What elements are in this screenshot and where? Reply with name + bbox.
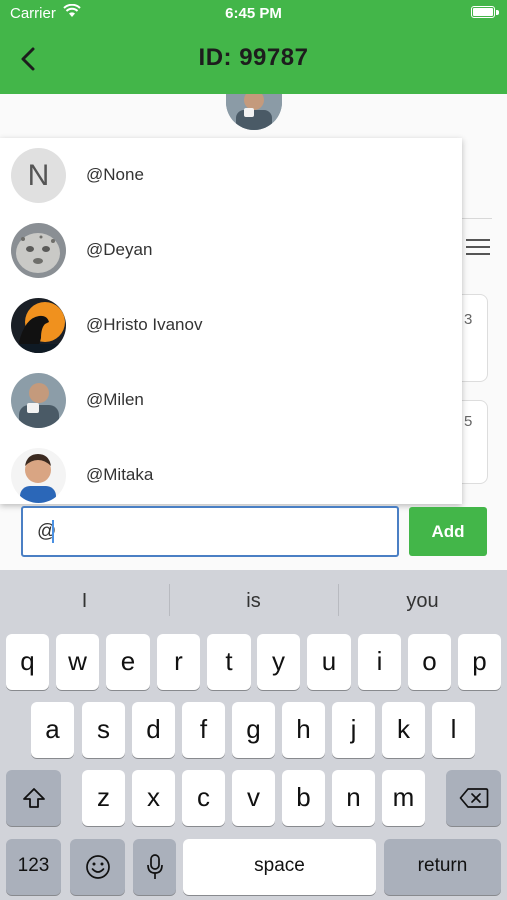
numbers-key[interactable]: 123 <box>6 839 61 895</box>
key-u[interactable]: u <box>307 634 351 690</box>
comment-card: 5 <box>462 400 488 484</box>
mention-handle: @Hristo Ivanov <box>86 315 203 334</box>
mention-item-none[interactable]: N @None <box>0 138 462 213</box>
key-y[interactable]: y <box>257 634 300 690</box>
mention-suggestions-list: N @None @Deyan @Hristo Ivanov @Milen @Mi… <box>0 138 462 504</box>
mention-handle: @Mitaka <box>86 465 154 484</box>
key-x[interactable]: x <box>132 770 175 826</box>
key-b[interactable]: b <box>282 770 325 826</box>
battery-icon <box>471 6 495 18</box>
key-v[interactable]: v <box>232 770 275 826</box>
key-d[interactable]: d <box>132 702 175 758</box>
mention-item-mitaka[interactable]: @Mitaka <box>0 438 462 504</box>
key-t[interactable]: t <box>207 634 251 690</box>
status-bar: Carrier 6:45 PM <box>0 0 507 28</box>
avatar <box>11 223 66 278</box>
key-f[interactable]: f <box>182 702 225 758</box>
comment-input[interactable] <box>21 506 399 557</box>
key-q[interactable]: q <box>6 634 49 690</box>
avatar <box>11 373 66 428</box>
key-m[interactable]: m <box>382 770 425 826</box>
shift-key[interactable] <box>6 770 61 826</box>
comment-card: 3 <box>462 294 488 382</box>
card-peek-text: 3 <box>464 311 473 328</box>
page-title: ID: 99787 <box>198 44 309 71</box>
suggestion-1[interactable]: I <box>0 578 169 624</box>
suggestion-2[interactable]: is <box>169 578 338 624</box>
key-p[interactable]: p <box>458 634 501 690</box>
mention-handle: @None <box>86 165 144 184</box>
comment-text-field[interactable] <box>23 508 397 555</box>
backspace-icon <box>459 788 488 808</box>
emoji-icon <box>85 855 110 879</box>
key-a[interactable]: a <box>31 702 74 758</box>
space-key[interactable]: space <box>183 839 376 895</box>
mention-item-deyan[interactable]: @Deyan <box>0 213 462 288</box>
key-o[interactable]: o <box>408 634 451 690</box>
key-l[interactable]: l <box>432 702 475 758</box>
status-time: 6:45 PM <box>225 5 282 22</box>
microphone-icon <box>146 854 163 879</box>
key-r[interactable]: r <box>157 634 200 690</box>
mention-handle: @Deyan <box>86 240 153 259</box>
return-key[interactable]: return <box>384 839 501 895</box>
key-k[interactable]: k <box>382 702 425 758</box>
key-e[interactable]: e <box>106 634 150 690</box>
suggestion-3[interactable]: you <box>338 578 507 624</box>
add-button[interactable]: Add <box>409 507 487 556</box>
mention-handle: @Milen <box>86 390 144 409</box>
key-w[interactable]: w <box>56 634 99 690</box>
card-peek-text: 5 <box>464 413 473 430</box>
key-j[interactable]: j <box>332 702 375 758</box>
avatar <box>11 448 66 503</box>
emoji-key[interactable] <box>70 839 125 895</box>
key-h[interactable]: h <box>282 702 325 758</box>
avatar <box>11 298 66 353</box>
microphone-key[interactable] <box>133 839 176 895</box>
mention-item-milen[interactable]: @Milen <box>0 363 462 438</box>
avatar-placeholder: N <box>11 148 66 203</box>
key-n[interactable]: n <box>332 770 375 826</box>
divider <box>462 218 492 219</box>
key-g[interactable]: g <box>232 702 275 758</box>
key-s[interactable]: s <box>82 702 125 758</box>
key-z[interactable]: z <box>82 770 125 826</box>
mention-item-hristo-ivanov[interactable]: @Hristo Ivanov <box>0 288 462 363</box>
text-cursor <box>52 520 54 543</box>
battery-tip <box>496 10 499 15</box>
shift-icon <box>22 788 45 808</box>
key-i[interactable]: i <box>358 634 401 690</box>
backspace-key[interactable] <box>446 770 501 826</box>
key-c[interactable]: c <box>182 770 225 826</box>
navigation-header: Carrier 6:45 PM ID: 99787 <box>0 0 507 94</box>
hamburger-menu-icon[interactable] <box>466 239 490 257</box>
